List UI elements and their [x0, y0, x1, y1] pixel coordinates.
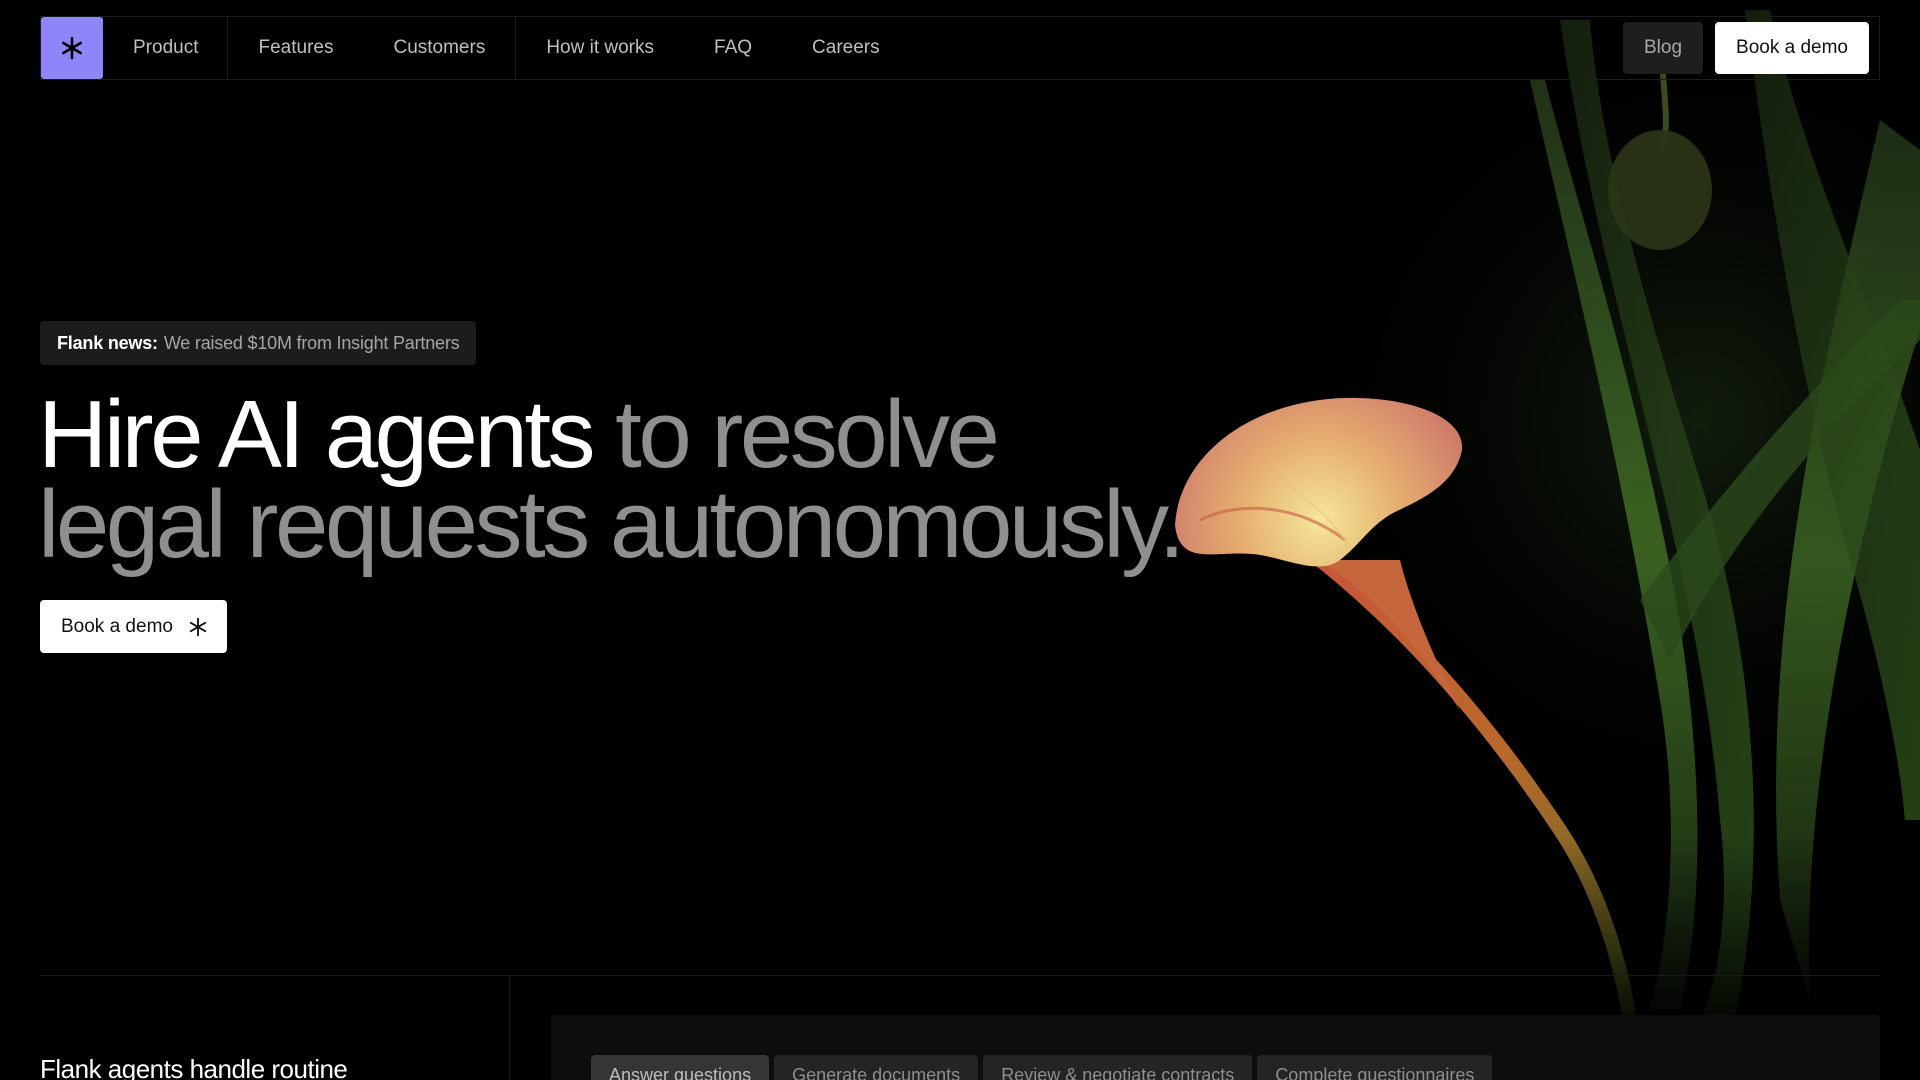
- nav-group-main: Features Customers: [228, 17, 517, 79]
- top-navigation: Product Features Customers How it works …: [40, 16, 1880, 80]
- nav-item-product[interactable]: Product: [103, 17, 229, 79]
- news-label: Flank news:: [57, 332, 158, 353]
- tab-generate-documents[interactable]: Generate documents: [774, 1055, 979, 1080]
- hero-headline: Hire AI agents to resolve legal requests…: [38, 387, 1198, 573]
- book-demo-nav-button[interactable]: Book a demo: [1715, 22, 1869, 74]
- nav-item-faq[interactable]: FAQ: [684, 17, 782, 79]
- book-demo-hero-button[interactable]: Book a demo: [40, 600, 227, 653]
- tab-answer-questions[interactable]: Answer questions: [591, 1055, 770, 1080]
- nav-group-secondary: How it works FAQ Careers: [516, 17, 909, 79]
- section-column-divider: [509, 976, 510, 1080]
- blog-button[interactable]: Blog: [1623, 22, 1704, 74]
- use-case-tabs: Answer questions Generate documents Revi…: [591, 1055, 1493, 1080]
- section-title: Flank agents handle routine: [40, 1054, 348, 1080]
- nav-item-how-it-works[interactable]: How it works: [516, 17, 684, 79]
- cta-label: Book a demo: [61, 615, 173, 637]
- nav-item-careers[interactable]: Careers: [782, 17, 910, 79]
- asterisk-icon: [61, 36, 83, 60]
- tab-review-negotiate-contracts[interactable]: Review & negotiate contracts: [983, 1055, 1253, 1080]
- nav-item-customers[interactable]: Customers: [363, 17, 515, 79]
- logo-button[interactable]: [41, 17, 103, 79]
- nav-item-features[interactable]: Features: [228, 17, 363, 79]
- news-banner[interactable]: Flank news: We raised $10M from Insight …: [40, 321, 477, 365]
- section-divider: [40, 975, 1880, 976]
- tab-complete-questionnaires[interactable]: Complete questionnaires: [1257, 1055, 1493, 1080]
- nav-actions: Blog Book a demo: [1623, 17, 1879, 79]
- news-text: We raised $10M from Insight Partners: [163, 332, 460, 353]
- asterisk-icon: [189, 617, 207, 636]
